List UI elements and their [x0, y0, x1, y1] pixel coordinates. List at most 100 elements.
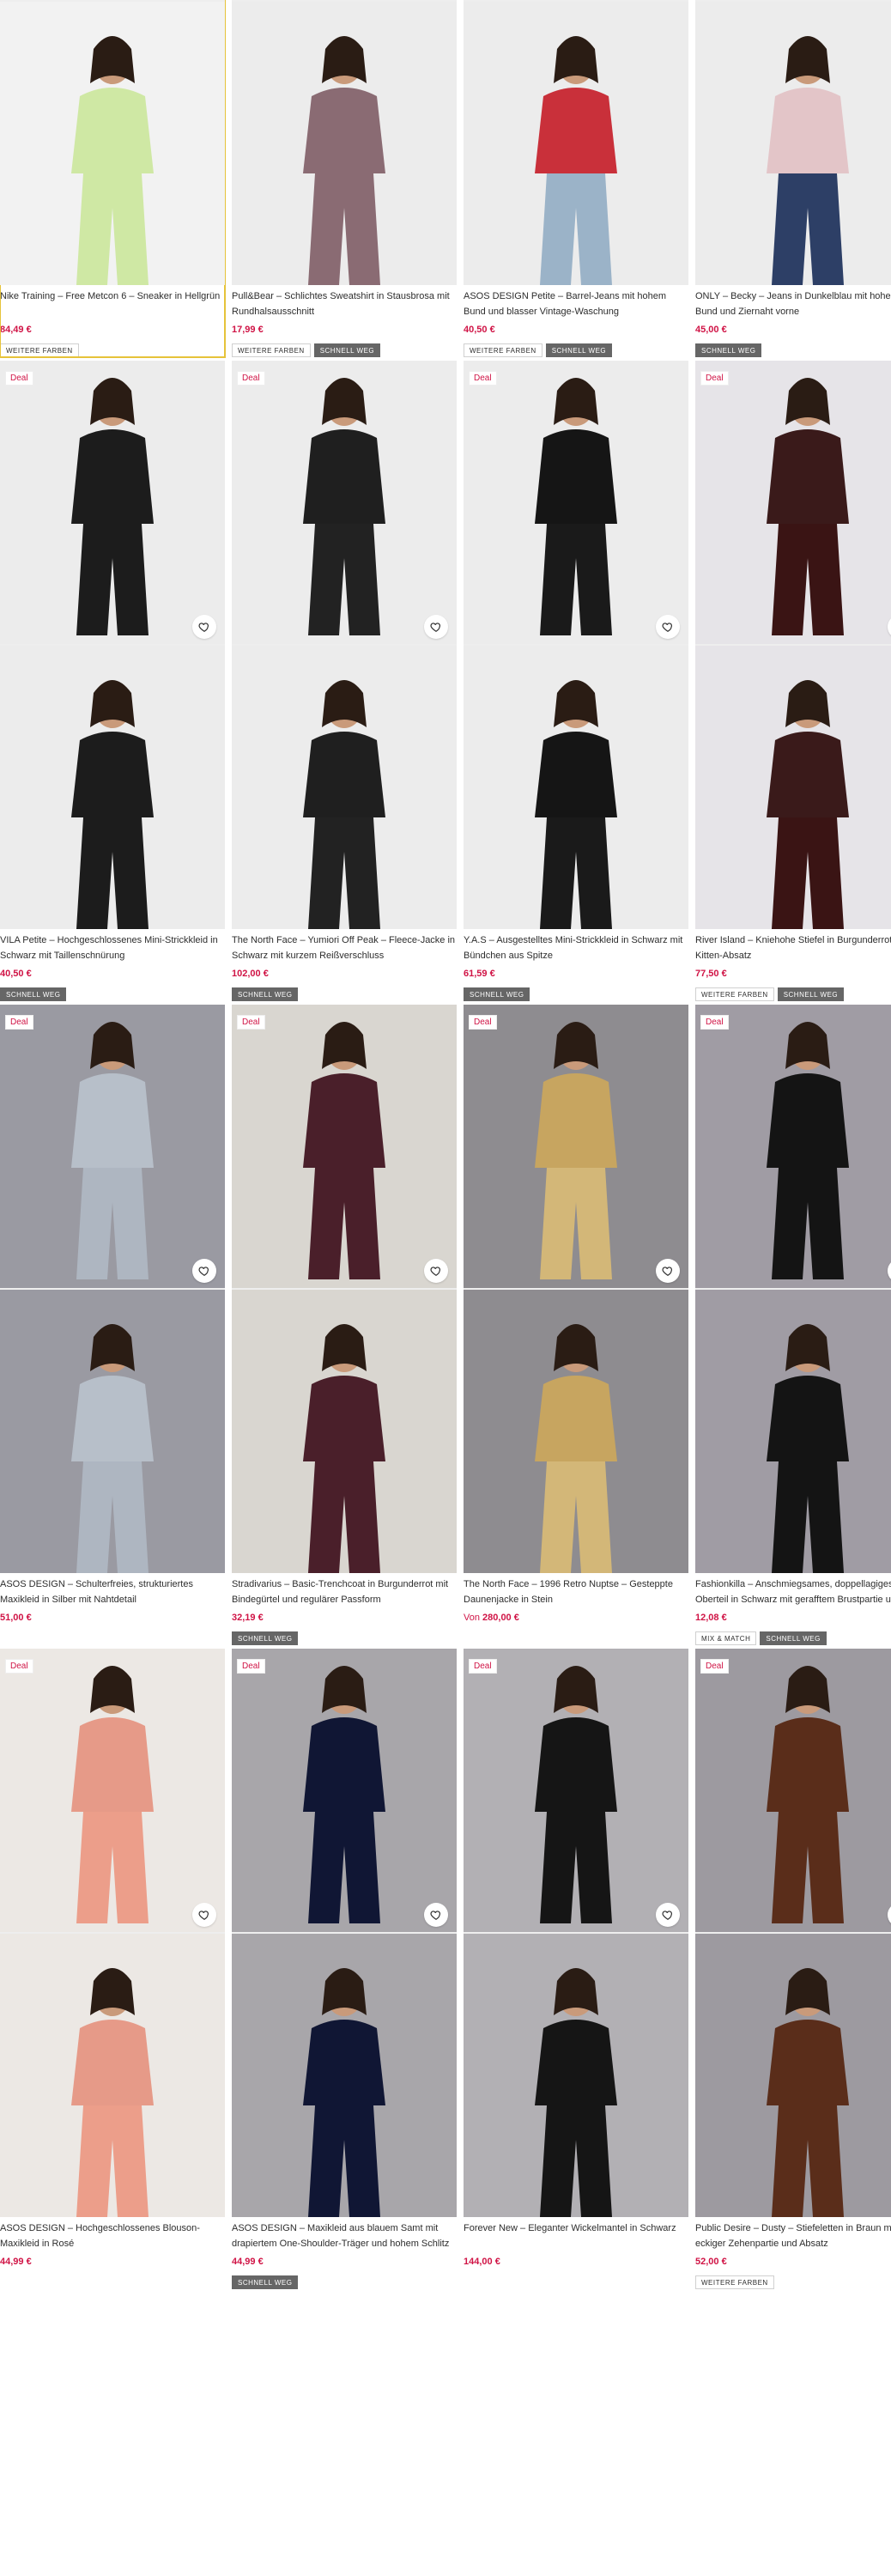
product-card[interactable]: Deal Fashionkilla – Anschmiegsames, doppe…	[695, 1005, 891, 1645]
product-card[interactable]: Deal ASOS DESIGN Petite – Barrel-Jeans mi…	[464, 0, 688, 357]
more-colours-badge[interactable]: WEITERE FARBEN	[0, 343, 79, 357]
product-title[interactable]: The North Face – Yumiori Off Peak – Flee…	[232, 933, 457, 963]
product-image[interactable]: Deal	[464, 361, 688, 929]
save-for-later-button[interactable]	[424, 1903, 448, 1927]
product-image[interactable]: Deal	[232, 361, 457, 929]
product-title[interactable]: ASOS DESIGN – Hochgeschlossenes Blouson-…	[0, 2221, 225, 2251]
save-for-later-button[interactable]	[656, 1259, 680, 1283]
price-value: 84,49 €	[0, 325, 32, 335]
product-image[interactable]: Deal	[695, 1005, 891, 1573]
price-value: 40,50 €	[0, 969, 32, 979]
product-card[interactable]: Deal Stradivarius – Basic-Trenchcoat in B…	[232, 1005, 457, 1645]
save-for-later-button[interactable]	[192, 615, 216, 639]
product-photo-alt	[0, 646, 225, 929]
product-title[interactable]: Stradivarius – Basic-Trenchcoat in Burgu…	[232, 1577, 457, 1607]
product-card[interactable]: Deal The North Face – 1996 Retro Nuptse –…	[464, 1005, 688, 1645]
price-value: 40,50 €	[464, 325, 495, 335]
product-title[interactable]: Y.A.S – Ausgestelltes Mini-Strickkleid i…	[464, 933, 688, 963]
product-title[interactable]: Pull&Bear – Schlichtes Sweatshirt in Sta…	[232, 289, 457, 319]
product-card[interactable]: Deal VILA Petite – Hochgeschlossenes Mini…	[0, 361, 225, 1001]
product-price: 44,99 €	[0, 2257, 225, 2269]
price-value: 12,08 €	[695, 1613, 727, 1623]
selling-fast-badge: SCHNELL WEG	[777, 987, 845, 1001]
product-card[interactable]: Nike Training – Free Metcon 6 – Sneaker …	[0, 0, 226, 358]
product-card[interactable]: Deal Public Desire – Dusty – Stiefeletten…	[695, 1649, 891, 2289]
selling-fast-badge: SCHNELL WEG	[232, 987, 299, 1001]
more-colours-badge[interactable]: WEITERE FARBEN	[464, 343, 542, 357]
product-title[interactable]: River Island – Kniehohe Stiefel in Burgu…	[695, 933, 891, 963]
product-card[interactable]: Deal ASOS DESIGN – Maxikleid aus blauem S…	[232, 1649, 457, 2289]
more-colours-badge[interactable]: WEITERE FARBEN	[695, 2275, 774, 2289]
product-tags: SCHNELL WEG	[232, 2275, 457, 2289]
product-photo-main	[0, 1649, 225, 1932]
product-card[interactable]: Deal Forever New – Eleganter Wickelmantel…	[464, 1649, 688, 2289]
product-card[interactable]: Deal ASOS DESIGN – Schulterfreies, strukt…	[0, 1005, 225, 1645]
selling-fast-badge: SCHNELL WEG	[760, 1631, 827, 1645]
product-title[interactable]: Nike Training – Free Metcon 6 – Sneaker …	[0, 289, 225, 319]
product-card[interactable]: Deal River Island – Kniehohe Stiefel in B…	[695, 361, 891, 1001]
product-photo-alt	[464, 1290, 688, 1573]
product-image[interactable]	[0, 0, 225, 285]
product-image[interactable]: Deal	[464, 1005, 688, 1573]
product-tags: WEITERE FARBEN SCHNELL WEG	[232, 343, 457, 357]
product-tags	[0, 1631, 225, 1645]
deal-badge: Deal	[5, 1015, 33, 1030]
product-title[interactable]: Fashionkilla – Anschmiegsames, doppellag…	[695, 1577, 891, 1607]
deal-badge: Deal	[237, 371, 265, 386]
product-photo-main	[695, 1005, 891, 1288]
product-card[interactable]: Deal Pull&Bear – Schlichtes Sweatshirt in…	[232, 0, 457, 357]
product-title[interactable]: ASOS DESIGN Petite – Barrel-Jeans mit ho…	[464, 289, 688, 319]
product-photo-alt	[0, 1934, 225, 2217]
product-card[interactable]: Deal The North Face – Yumiori Off Peak – …	[232, 361, 457, 1001]
save-for-later-button[interactable]	[656, 1903, 680, 1927]
product-photo-alt	[695, 646, 891, 929]
product-image[interactable]: Deal	[0, 361, 225, 929]
selling-fast-badge: SCHNELL WEG	[695, 343, 762, 357]
heart-icon	[430, 1267, 441, 1276]
product-image[interactable]: Deal	[464, 0, 688, 285]
product-title[interactable]: ASOS DESIGN – Maxikleid aus blauem Samt …	[232, 2221, 457, 2251]
heart-icon	[198, 623, 209, 632]
heart-icon	[662, 623, 673, 632]
product-title[interactable]: Public Desire – Dusty – Stiefeletten in …	[695, 2221, 891, 2251]
product-title[interactable]: VILA Petite – Hochgeschlossenes Mini-Str…	[0, 933, 225, 963]
product-image[interactable]: Deal	[232, 1005, 457, 1573]
product-title[interactable]: ASOS DESIGN – Schulterfreies, strukturie…	[0, 1577, 225, 1607]
product-image[interactable]: Deal	[232, 0, 457, 285]
product-photo-main	[232, 361, 457, 644]
heart-icon	[430, 623, 441, 632]
heart-icon	[198, 1911, 209, 1920]
product-image[interactable]: Deal	[695, 361, 891, 929]
mix-match-badge: MIX & MATCH	[695, 1631, 757, 1645]
price-value: 32,19 €	[232, 1613, 264, 1623]
product-price: 144,00 €	[464, 2257, 688, 2269]
save-for-later-button[interactable]	[192, 1903, 216, 1927]
selling-fast-badge: SCHNELL WEG	[545, 343, 613, 357]
price-value: 77,50 €	[695, 969, 727, 979]
product-photo-main	[695, 1649, 891, 1932]
product-image[interactable]: Deal	[464, 1649, 688, 2217]
heart-icon	[662, 1911, 673, 1920]
product-image[interactable]: Deal	[0, 1005, 225, 1573]
product-card[interactable]: Deal ONLY – Becky – Jeans in Dunkelblau m…	[695, 0, 891, 357]
more-colours-badge[interactable]: WEITERE FARBEN	[695, 987, 774, 1001]
product-tags: WEITERE FARBEN SCHNELL WEG	[464, 343, 688, 357]
selling-fast-badge: SCHNELL WEG	[232, 2275, 299, 2289]
product-image[interactable]: Deal	[232, 1649, 457, 2217]
product-card[interactable]: Deal ASOS DESIGN – Hochgeschlossenes Blou…	[0, 1649, 225, 2289]
product-photo-main	[0, 361, 225, 644]
product-title[interactable]: Forever New – Eleganter Wickelmantel in …	[464, 2221, 688, 2251]
product-title[interactable]: The North Face – 1996 Retro Nuptse – Ges…	[464, 1577, 688, 1607]
product-photo-alt	[0, 2, 225, 285]
save-for-later-button[interactable]	[424, 1259, 448, 1283]
more-colours-badge[interactable]: WEITERE FARBEN	[232, 343, 311, 357]
product-title[interactable]: ONLY – Becky – Jeans in Dunkelblau mit h…	[695, 289, 891, 319]
product-image[interactable]: Deal	[695, 0, 891, 285]
save-for-later-button[interactable]	[656, 615, 680, 639]
product-card[interactable]: Deal Y.A.S – Ausgestelltes Mini-Strickkle…	[464, 361, 688, 1001]
product-image[interactable]: Deal	[695, 1649, 891, 2217]
product-image[interactable]: Deal	[0, 1649, 225, 2217]
product-photo-alt	[695, 1934, 891, 2217]
save-for-later-button[interactable]	[192, 1259, 216, 1283]
save-for-later-button[interactable]	[424, 615, 448, 639]
